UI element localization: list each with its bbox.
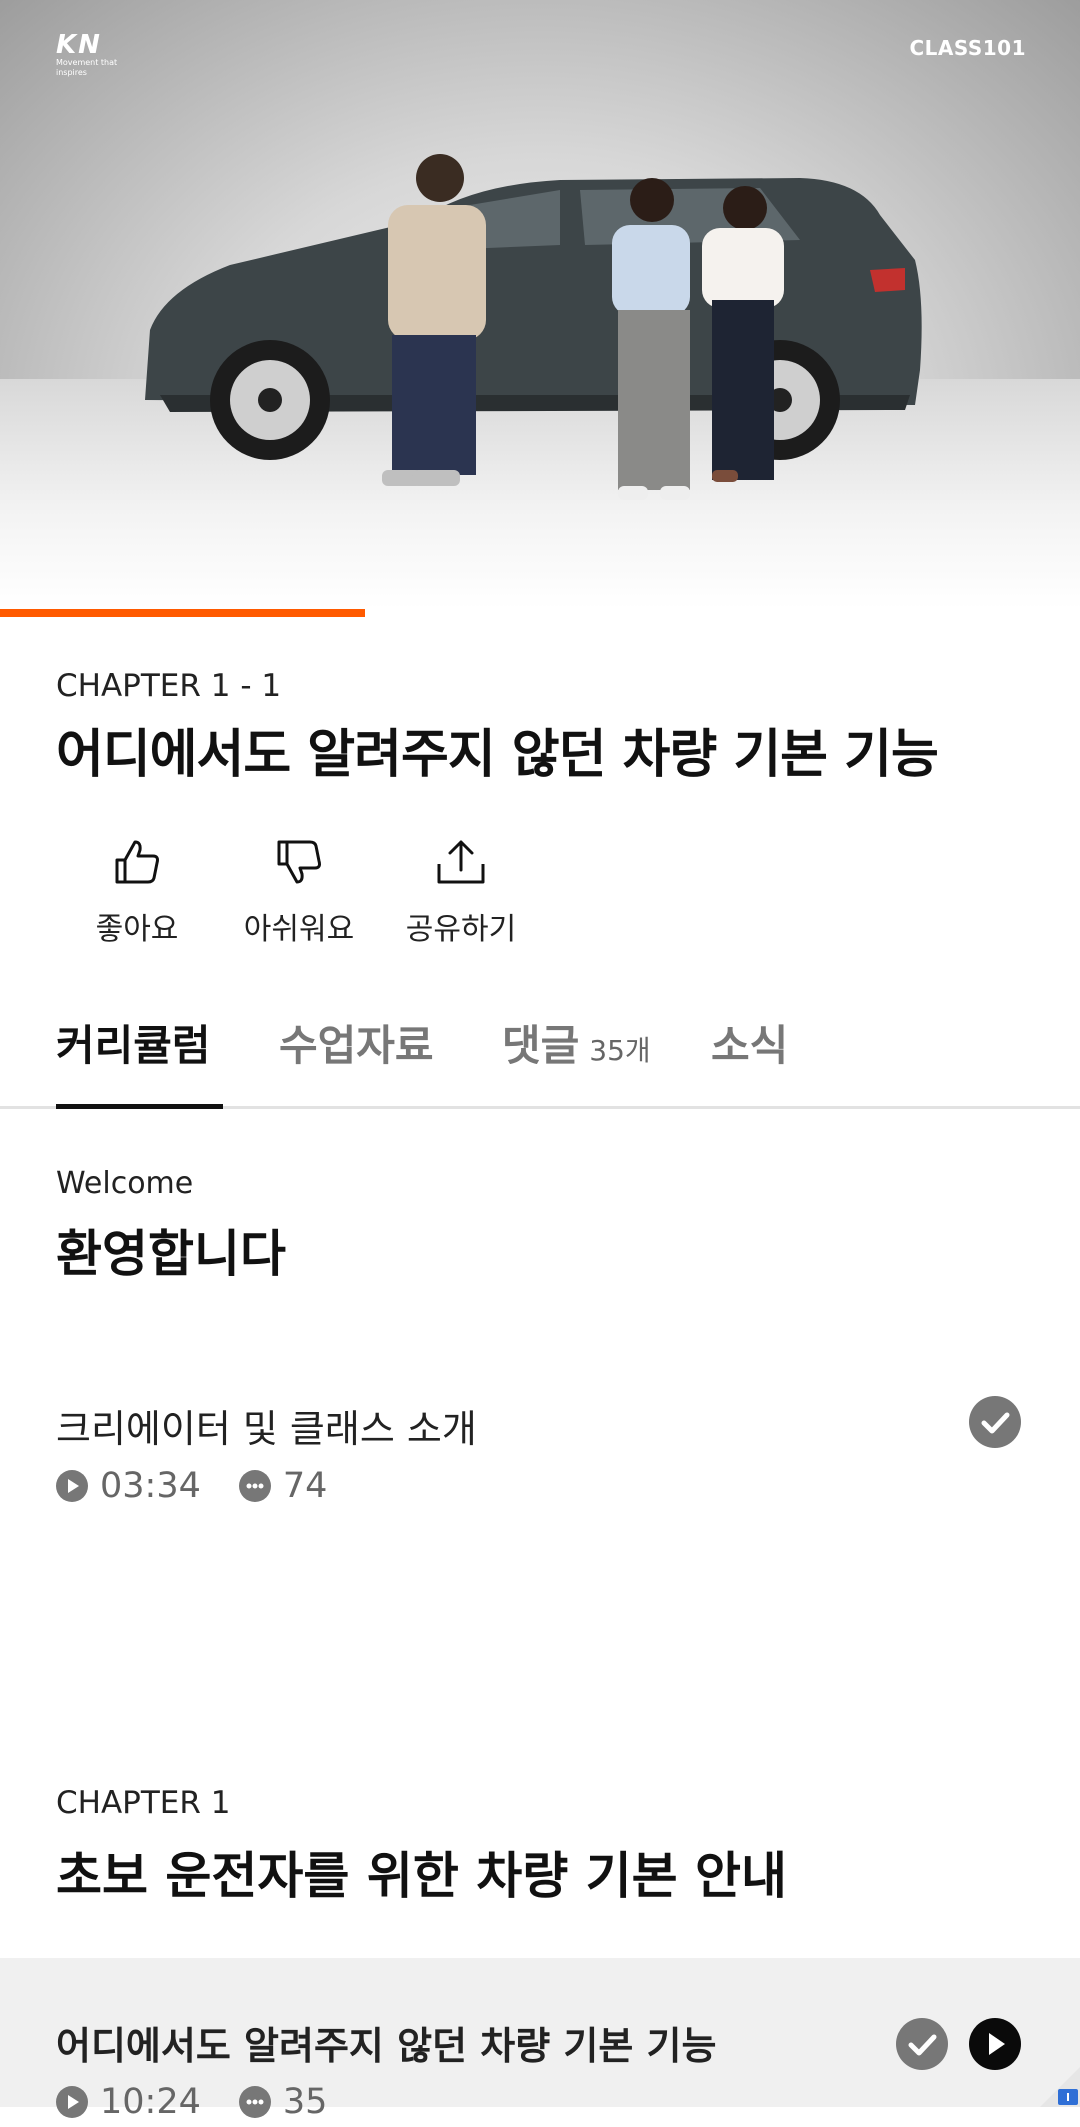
tab-news[interactable]: 소식 (711, 1012, 788, 1073)
brand-tagline: Movement that inspires (56, 58, 118, 77)
chapter-label: CHAPTER 1 (56, 1785, 231, 1821)
thumbs-down-icon (277, 840, 321, 884)
tab-materials-label: 수업자료 (279, 1021, 434, 1070)
share-label: 공유하기 (405, 912, 517, 947)
lesson-item-meta: 03:34 74 (56, 1466, 327, 1506)
completed-check-icon (896, 2018, 948, 2070)
lesson-comment-count: 74 (282, 1466, 328, 1506)
tab-curriculum[interactable]: 커리큘럼 (56, 1012, 211, 1073)
video-progress-bar[interactable] (0, 609, 1080, 617)
play-small-icon (56, 2086, 88, 2118)
bookmark-corner-icon[interactable] (1040, 2067, 1080, 2107)
class101-logo: CLASS101 (909, 36, 1026, 60)
lesson-actions: 좋아요 아쉬워요 공유하기 (56, 834, 542, 948)
lesson-item-title: 어디에서도 알려주지 않던 차량 기본 기능 (56, 2024, 717, 2068)
like-label: 좋아요 (95, 912, 179, 947)
active-tab-indicator (56, 1104, 223, 1109)
tab-materials[interactable]: 수업자료 (279, 1012, 434, 1073)
tab-comments[interactable]: 댓글 35개 (502, 1012, 651, 1073)
lesson-item-title: 크리에이터 및 클래스 소개 (56, 1407, 477, 1451)
lesson-item-current[interactable]: 어디에서도 알려주지 않던 차량 기본 기능 10:24 35 (0, 1958, 1080, 2122)
play-button-icon[interactable] (969, 2018, 1021, 2070)
like-button[interactable]: 좋아요 (56, 834, 218, 948)
dislike-button[interactable]: 아쉬워요 (218, 834, 380, 948)
section-title: 환영합니다 (56, 1225, 286, 1283)
lesson-item[interactable]: 크리에이터 및 클래스 소개 03:34 74 (0, 1380, 1080, 1530)
play-small-icon (56, 1470, 88, 1502)
lesson-title: 어디에서도 알려주지 않던 차량 기본 기능 (56, 725, 939, 785)
brand-logo-mark: KN (56, 30, 102, 60)
comment-icon (238, 1470, 271, 1502)
lesson-comment-count: 35 (282, 2082, 328, 2122)
thumbs-up-icon (115, 840, 159, 884)
tab-comments-label: 댓글 (502, 1021, 580, 1070)
lesson-chapter-label: CHAPTER 1 - 1 (56, 668, 282, 704)
completed-check-icon (969, 1396, 1021, 1448)
video-frame-scene (145, 154, 922, 500)
video-progress-fill (0, 609, 366, 617)
section-subtitle: Welcome (56, 1166, 194, 1201)
comment-icon (238, 2086, 271, 2118)
dislike-label: 아쉬워요 (243, 912, 355, 947)
tab-curriculum-label: 커리큘럼 (56, 1021, 211, 1070)
chapter-title: 초보 운전자를 위한 차량 기본 안내 (56, 1847, 788, 1905)
tab-comments-count: 35개 (589, 1034, 651, 1067)
lesson-duration: 10:24 (100, 2082, 201, 2122)
tab-news-label: 소식 (711, 1021, 789, 1070)
kia-logo: KN Movement that inspires (56, 30, 136, 77)
lesson-duration: 03:34 (100, 1466, 201, 1506)
video-player[interactable]: KN Movement that inspires CLASS101 (0, 0, 1080, 609)
content-tabs: 커리큘럼 수업자료 댓글 35개 소식 (0, 998, 1080, 1109)
share-icon (437, 840, 485, 884)
share-button[interactable]: 공유하기 (380, 834, 542, 948)
lesson-item-meta: 10:24 35 (56, 2082, 327, 2122)
